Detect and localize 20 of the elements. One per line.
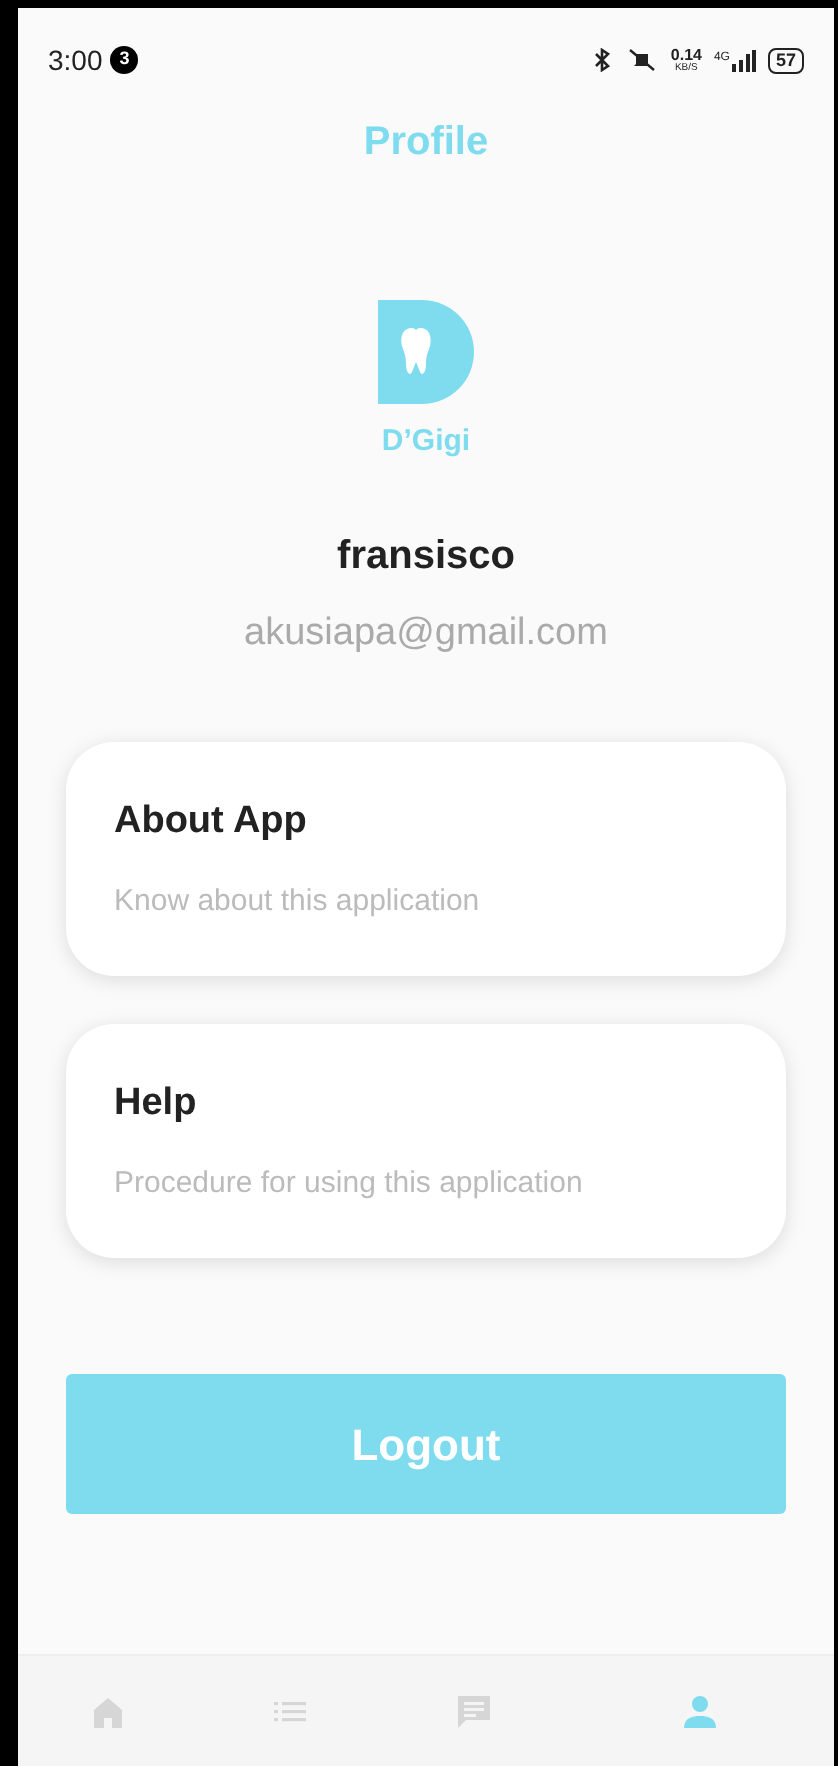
menu-card[interactable]: Help Procedure for using this application bbox=[66, 1024, 786, 1258]
status-time: 3:00 bbox=[48, 41, 103, 79]
home-icon[interactable] bbox=[90, 1693, 126, 1729]
battery-level: 57 bbox=[767, 47, 804, 73]
card-subtitle: Know about this application bbox=[114, 881, 482, 921]
person-icon[interactable] bbox=[682, 1693, 718, 1729]
network-speed: 0.14 bbox=[670, 47, 702, 63]
user-name: fransisco bbox=[337, 531, 515, 581]
chat-icon[interactable] bbox=[456, 1693, 492, 1729]
menu-card[interactable]: About App Know about this application bbox=[66, 742, 786, 976]
page-title: Profile bbox=[363, 118, 489, 168]
user-email: akusiapa@gmail.com bbox=[244, 609, 608, 657]
card-subtitle: Procedure for using this application bbox=[114, 1163, 585, 1203]
app-name: D’Gigi bbox=[381, 422, 471, 462]
notification-count: 3 bbox=[110, 46, 139, 74]
bluetooth-icon bbox=[590, 48, 615, 72]
card-title: About App bbox=[114, 798, 309, 846]
signal-icon bbox=[731, 49, 756, 71]
card-title: Help bbox=[114, 1080, 199, 1128]
logo-icon bbox=[374, 300, 478, 404]
